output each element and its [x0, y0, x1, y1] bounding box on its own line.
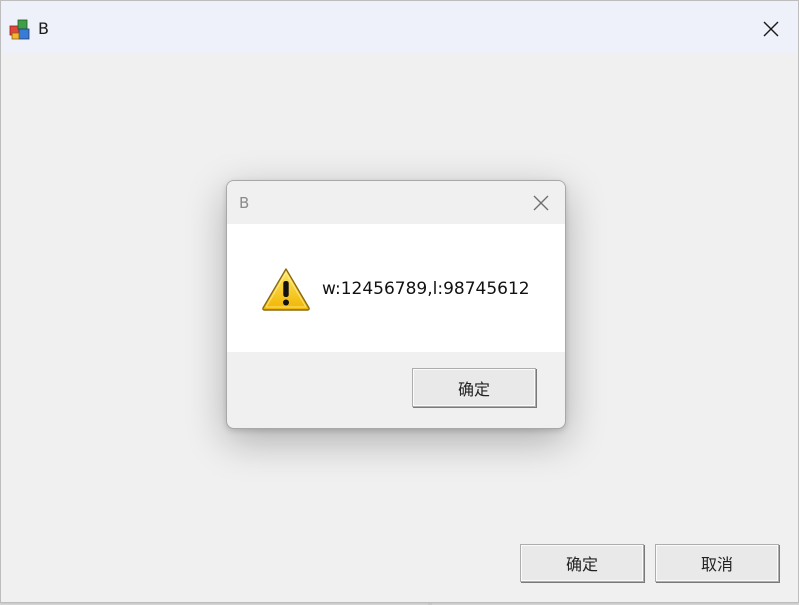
dialog-body: w:12456789,l:98745612: [227, 224, 565, 352]
close-icon[interactable]: [525, 189, 557, 217]
close-icon[interactable]: [753, 13, 789, 45]
colored-blocks-icon: [9, 18, 31, 40]
message-dialog: B w:12456789,l:98745612 确定: [226, 180, 566, 429]
warning-icon: [261, 267, 311, 311]
ok-button[interactable]: 确定: [520, 544, 644, 582]
main-titlebar[interactable]: B: [1, 1, 798, 53]
dialog-ok-button[interactable]: 确定: [412, 368, 536, 407]
window-title: B: [38, 19, 49, 38]
cancel-button[interactable]: 取消: [655, 544, 779, 582]
dialog-titlebar[interactable]: B: [227, 181, 565, 224]
dialog-message: w:12456789,l:98745612: [322, 279, 530, 299]
dialog-title: B: [239, 194, 250, 212]
